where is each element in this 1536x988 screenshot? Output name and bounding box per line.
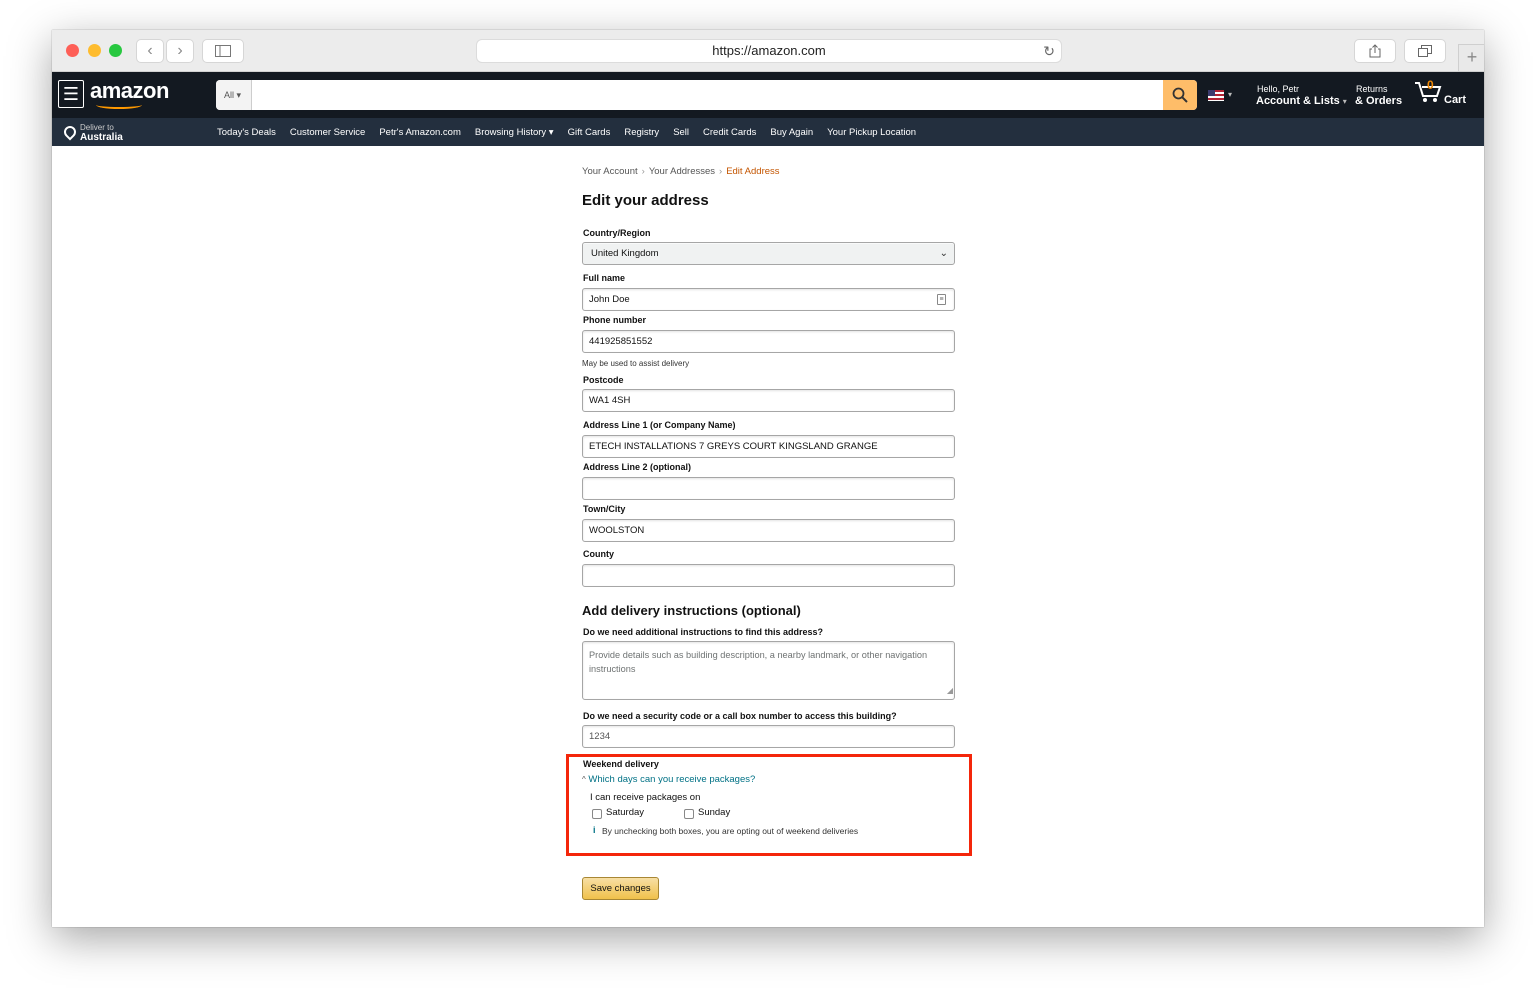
forward-icon[interactable]: › — [166, 39, 194, 63]
contact-card-icon[interactable]: ≡ — [937, 294, 946, 305]
address2-label: Address Line 2 (optional) — [583, 462, 692, 472]
browser-window: ‹ › https://amazon.com ↻ + ☰ amazon All … — [52, 30, 1484, 927]
amazon-subnav: Deliver to Australia Today's Deals Custo… — [52, 118, 1484, 146]
tabs-overview-icon[interactable] — [1404, 39, 1446, 63]
address1-label: Address Line 1 (or Company Name) — [583, 420, 736, 430]
county-label: County — [583, 549, 614, 559]
breadcrumb: Your Account › Your Addresses › Edit Address — [582, 166, 780, 177]
cart-count: 0 — [1427, 78, 1434, 92]
security-code-input[interactable]: 1234 — [582, 725, 955, 748]
us-flag-icon[interactable] — [1208, 90, 1224, 101]
greeting-text: Hello, Petr — [1257, 84, 1300, 94]
sidebar-toggle-icon[interactable] — [202, 39, 244, 63]
country-label: Country/Region — [583, 228, 651, 238]
subnav-gift-cards[interactable]: Gift Cards — [568, 127, 611, 138]
location-pin-icon — [61, 123, 79, 141]
search-bar: All ▾ — [216, 80, 1197, 110]
address2-input[interactable] — [582, 477, 955, 500]
subnav-credit-cards[interactable]: Credit Cards — [703, 127, 756, 138]
account-lists-link[interactable]: Account & Lists ▾ — [1256, 95, 1347, 107]
amazon-header: ☰ amazon All ▾ ▾ Hello, Petr Account & L… — [52, 72, 1484, 118]
menu-icon[interactable]: ☰ — [58, 80, 84, 108]
breadcrumb-separator: › — [719, 166, 723, 177]
subnav-registry[interactable]: Registry — [624, 127, 659, 138]
subnav-pickup-location[interactable]: Your Pickup Location — [827, 127, 916, 138]
subnav-sell[interactable]: Sell — [673, 127, 689, 138]
town-input[interactable]: WOOLSTON — [582, 519, 955, 542]
phone-value: 441925851552 — [589, 336, 653, 347]
subnav-browsing-history[interactable]: Browsing History ▾ — [475, 127, 554, 138]
fullname-label: Full name — [583, 273, 626, 283]
town-label: Town/City — [583, 504, 626, 514]
phone-label: Phone number — [583, 315, 647, 325]
language-caret-icon: ▾ — [1228, 90, 1233, 99]
address-bar[interactable]: https://amazon.com ↻ — [476, 39, 1062, 63]
highlight-box — [566, 754, 972, 856]
fullname-input[interactable]: John Doe ≡ — [582, 288, 955, 311]
address1-value: ETECH INSTALLATIONS 7 GREYS COURT KINGSL… — [589, 441, 878, 452]
security-code-label: Do we need a security code or a call box… — [583, 711, 897, 721]
fullname-value: John Doe — [589, 294, 630, 305]
new-tab-button[interactable]: + — [1458, 44, 1484, 72]
deliver-to-label: Deliver to — [80, 123, 114, 132]
browser-toolbar: ‹ › https://amazon.com ↻ + — [52, 30, 1484, 72]
subnav-petrs-amazon[interactable]: Petr's Amazon.com — [379, 127, 461, 138]
town-value: WOOLSTON — [589, 525, 645, 536]
save-changes-button[interactable]: Save changes — [582, 877, 659, 900]
minimize-window-button[interactable] — [88, 44, 101, 57]
country-value: United Kingdom — [591, 248, 659, 259]
breadcrumb-separator: › — [641, 166, 645, 177]
find-address-placeholder: Provide details such as building descrip… — [589, 650, 928, 674]
reload-icon[interactable]: ↻ — [1043, 40, 1055, 62]
resize-handle-icon[interactable]: ◢ — [947, 684, 953, 698]
security-code-value: 1234 — [589, 731, 611, 742]
breadcrumb-current: Edit Address — [726, 166, 780, 177]
zoom-window-button[interactable] — [109, 44, 122, 57]
deliver-to-location[interactable]: Australia — [80, 132, 123, 143]
breadcrumb-your-addresses[interactable]: Your Addresses — [649, 166, 715, 177]
postcode-label: Postcode — [583, 375, 624, 385]
returns-orders-link[interactable]: & Orders — [1355, 95, 1402, 107]
subnav-customer-service[interactable]: Customer Service — [290, 127, 366, 138]
breadcrumb-your-account[interactable]: Your Account — [582, 166, 638, 177]
delivery-instructions-heading: Add delivery instructions (optional) — [582, 603, 801, 618]
logo-smile — [96, 101, 142, 109]
back-icon[interactable]: ‹ — [136, 39, 164, 63]
close-window-button[interactable] — [66, 44, 79, 57]
subnav-buy-again[interactable]: Buy Again — [770, 127, 813, 138]
county-input[interactable] — [582, 564, 955, 587]
page-title: Edit your address — [582, 192, 709, 209]
postcode-value: WA1 4SH — [589, 395, 631, 406]
search-category-label: All — [224, 90, 235, 100]
phone-hint: May be used to assist delivery — [582, 359, 690, 368]
url-text: https://amazon.com — [712, 43, 826, 58]
country-select[interactable]: United Kingdom ⌄ — [582, 242, 955, 265]
phone-input[interactable]: 441925851552 — [582, 330, 955, 353]
subnav-todays-deals[interactable]: Today's Deals — [217, 127, 276, 138]
share-icon[interactable] — [1354, 39, 1396, 63]
find-address-label: Do we need additional instructions to fi… — [583, 627, 824, 637]
returns-text: Returns — [1356, 84, 1388, 94]
find-address-textarea[interactable]: Provide details such as building descrip… — [582, 641, 955, 700]
cart-label[interactable]: Cart — [1444, 94, 1466, 106]
postcode-input[interactable]: WA1 4SH — [582, 389, 955, 412]
subnav-links: Today's Deals Customer Service Petr's Am… — [217, 118, 916, 146]
search-icon[interactable] — [1163, 80, 1197, 110]
chevron-down-icon: ⌄ — [939, 248, 948, 259]
search-category-dropdown[interactable]: All ▾ — [216, 80, 252, 110]
address1-input[interactable]: ETECH INSTALLATIONS 7 GREYS COURT KINGSL… — [582, 435, 955, 458]
